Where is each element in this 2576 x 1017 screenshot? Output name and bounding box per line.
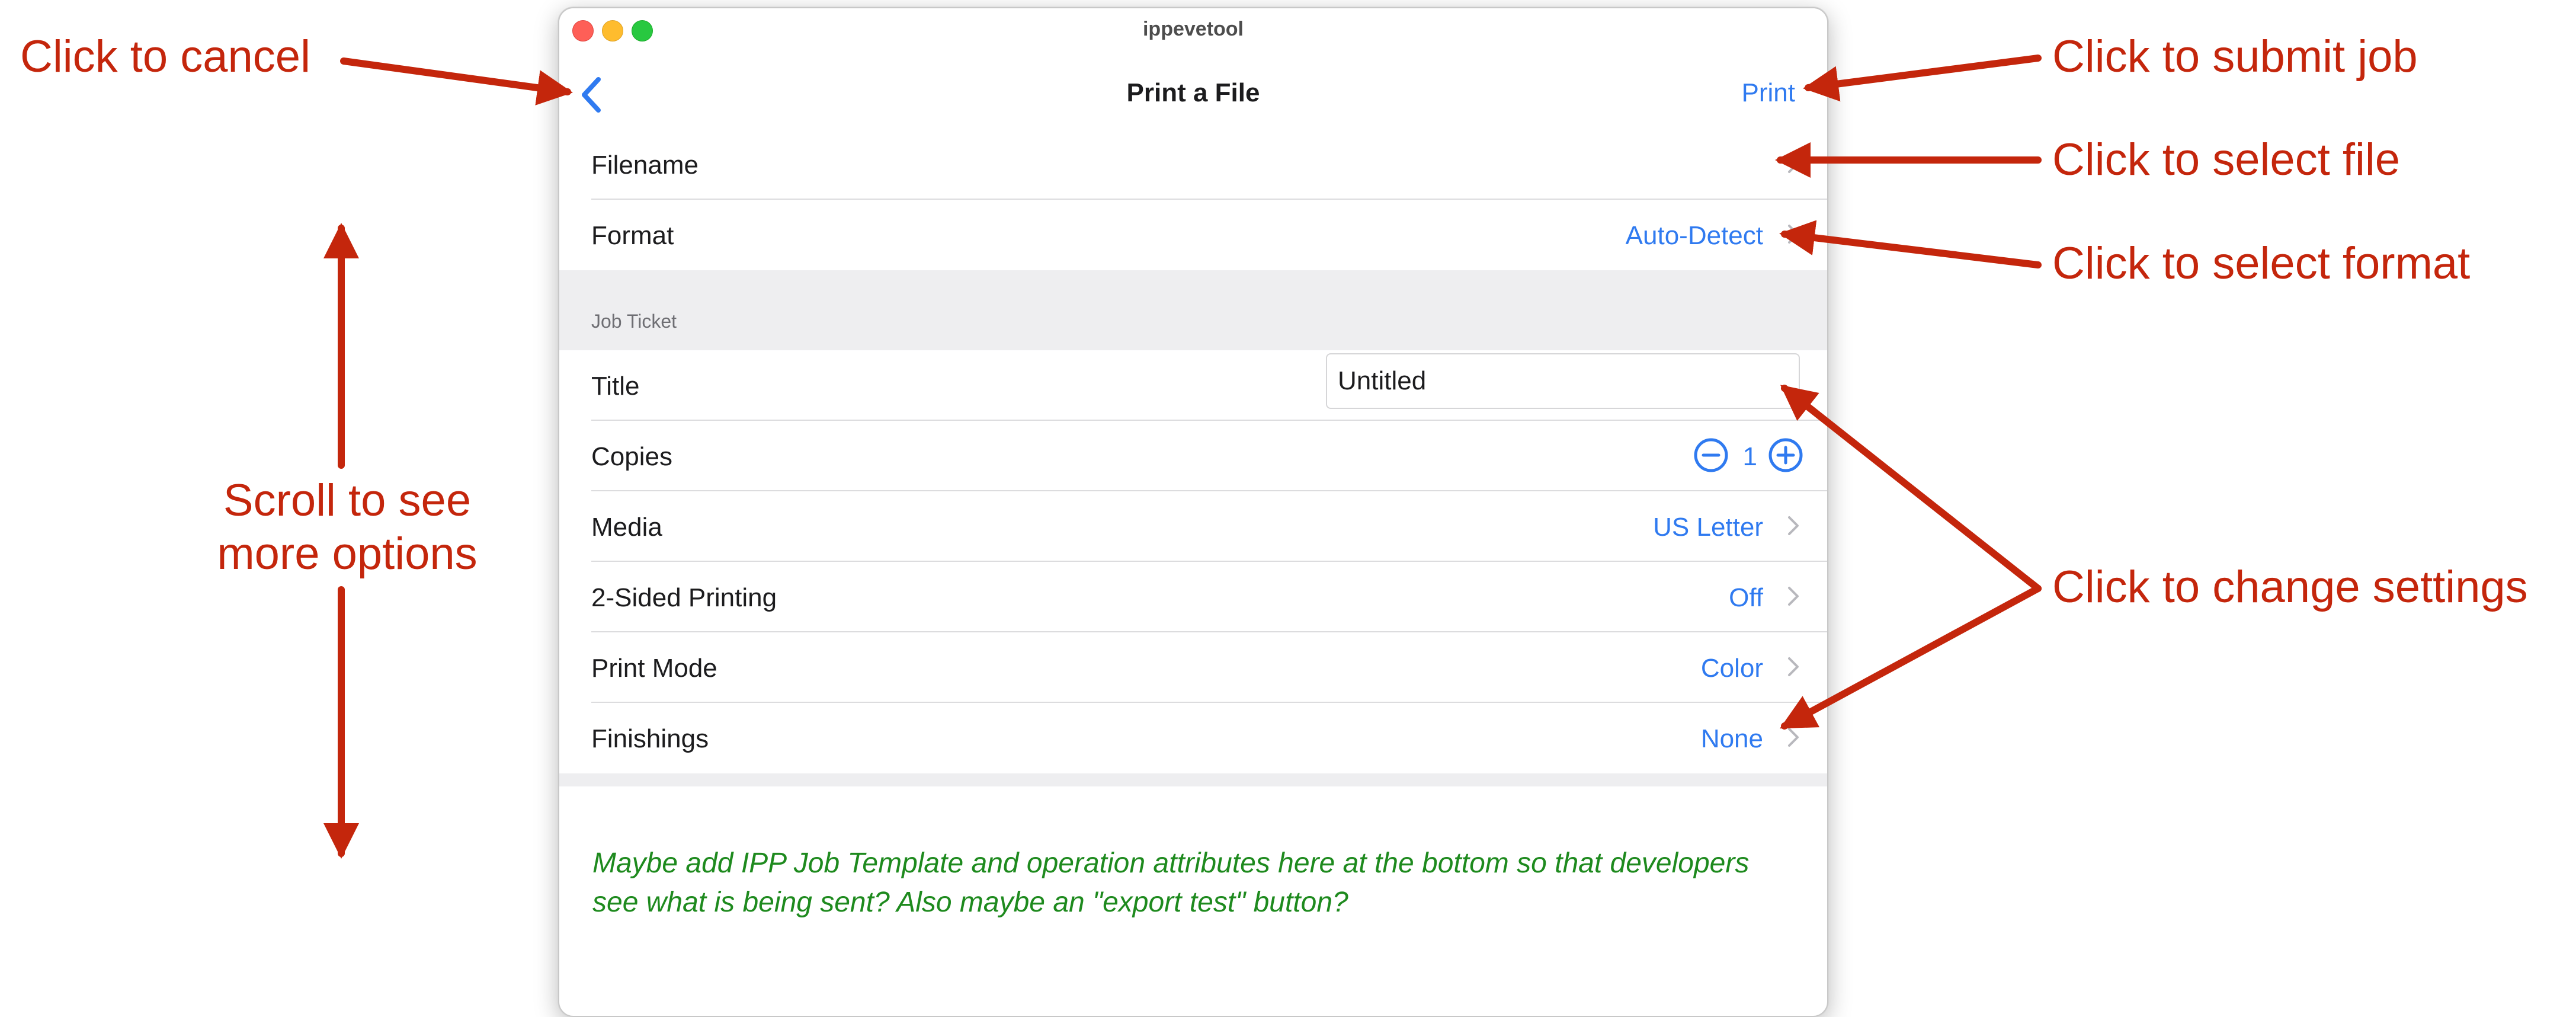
annotation-scroll-line2: more options — [217, 529, 478, 579]
annotation-cancel: Click to cancel — [20, 31, 310, 82]
annotation-scroll-line1: Scroll to see — [223, 475, 472, 526]
annotation-submit: Click to submit job — [2052, 31, 2418, 82]
arrow-to-title-field — [1780, 385, 2042, 592]
arrow-to-format — [1779, 220, 2042, 268]
annotation-select-file: Click to select file — [2052, 135, 2401, 185]
annotation-change-settings: Click to change settings — [2052, 562, 2528, 612]
annotation-scroll: Scroll to see more options — [187, 474, 507, 581]
arrow-to-back-button — [340, 57, 573, 105]
arrow-to-finishings — [1780, 585, 2042, 730]
arrow-to-print-button — [1803, 55, 2042, 102]
annotation-select-format: Click to select format — [2052, 238, 2471, 289]
